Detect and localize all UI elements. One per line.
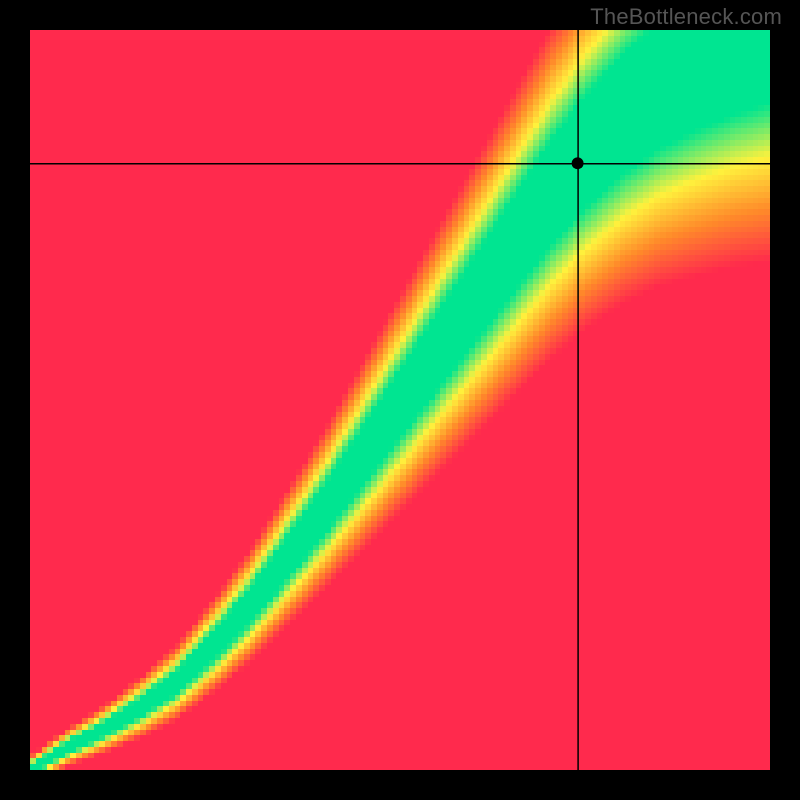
watermark-text: TheBottleneck.com — [590, 4, 782, 30]
bottleneck-heatmap — [30, 30, 770, 770]
chart-container: TheBottleneck.com — [0, 0, 800, 800]
